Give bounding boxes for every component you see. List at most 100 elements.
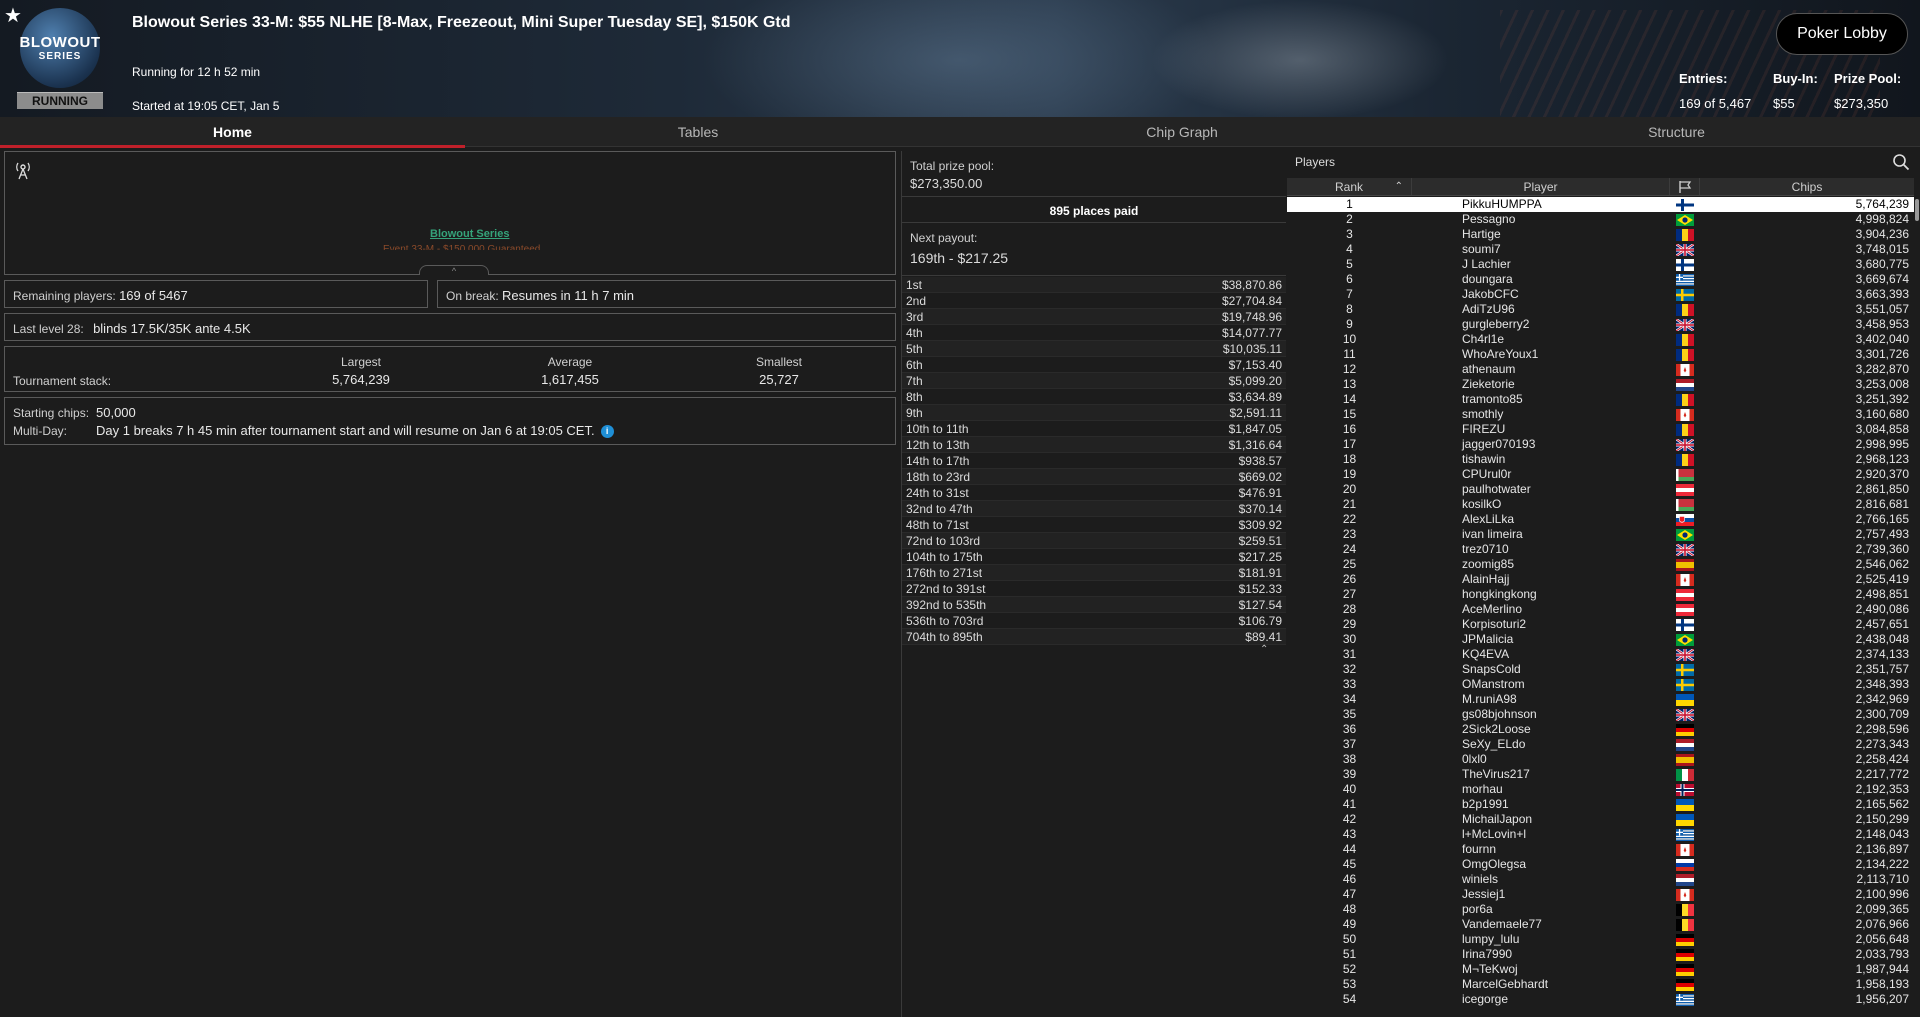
payout-row: 176th to 271st $181.91 xyxy=(902,565,1286,581)
player-name: Zieketorie xyxy=(1462,377,1515,391)
country-flag-icon xyxy=(1670,482,1700,497)
player-row[interactable]: 53 MarcelGebhardt 1,958,193 xyxy=(1287,977,1914,992)
player-rank: 22 xyxy=(1342,512,1357,526)
player-row[interactable]: 51 Irina7990 2,033,793 xyxy=(1287,947,1914,962)
player-row[interactable]: 34 M.runiA98 2,342,969 xyxy=(1287,692,1914,707)
player-row[interactable]: 18 tishawin 2,968,123 xyxy=(1287,452,1914,467)
series-link[interactable]: Blowout Series xyxy=(430,228,509,240)
player-rank: 18 xyxy=(1342,452,1357,466)
player-chips: 2,273,343 xyxy=(1855,737,1909,751)
player-row[interactable]: 46 winiels 2,113,710 xyxy=(1287,872,1914,887)
payout-place: 24th to 31st xyxy=(906,486,969,500)
player-row[interactable]: 6 doungara 3,669,674 xyxy=(1287,272,1914,287)
player-row[interactable]: 43 l+McLovin+l 2,148,043 xyxy=(1287,827,1914,842)
player-chips: 2,134,222 xyxy=(1855,857,1909,871)
player-row[interactable]: 21 kosilkO 2,816,681 xyxy=(1287,497,1914,512)
player-row[interactable]: 48 por6a 2,099,365 xyxy=(1287,902,1914,917)
player-row[interactable]: 38 0lxl0 2,258,424 xyxy=(1287,752,1914,767)
tab-chip-graph[interactable]: Chip Graph xyxy=(931,117,1433,147)
player-row[interactable]: 27 hongkingkong 2,498,851 xyxy=(1287,587,1914,602)
search-icon[interactable] xyxy=(1892,153,1910,171)
player-row[interactable]: 52 M¬TeKwoj 1,987,944 xyxy=(1287,962,1914,977)
player-row[interactable]: 36 2Sick2Loose 2,298,596 xyxy=(1287,722,1914,737)
player-row[interactable]: 39 TheVirus217 2,217,772 xyxy=(1287,767,1914,782)
player-chips: 3,160,680 xyxy=(1855,407,1909,421)
player-rank: 41 xyxy=(1342,797,1357,811)
player-column-header[interactable]: Player xyxy=(1412,178,1670,195)
lastlevel-value: blinds 17.5K/35K ante 4.5K xyxy=(93,321,251,336)
player-row[interactable]: 37 SeXy_ELdo 2,273,343 xyxy=(1287,737,1914,752)
payout-amount: $7,153.40 xyxy=(1228,358,1282,372)
player-rank: 33 xyxy=(1342,677,1357,691)
player-row[interactable]: 22 AlexLiLka 2,766,165 xyxy=(1287,512,1914,527)
player-row[interactable]: 31 KQ4EVA 2,374,133 xyxy=(1287,647,1914,662)
player-row[interactable]: 10 Ch4rl1e 3,402,040 xyxy=(1287,332,1914,347)
entries-stat: Entries: 169 of 5,467 xyxy=(1679,71,1751,111)
scrollbar-thumb[interactable] xyxy=(1915,199,1919,221)
tab-tables[interactable]: Tables xyxy=(465,117,931,147)
tab-home[interactable]: Home xyxy=(0,117,465,148)
player-row[interactable]: 32 SnapsCold 2,351,757 xyxy=(1287,662,1914,677)
player-row[interactable]: 25 zoomig85 2,546,062 xyxy=(1287,557,1914,572)
player-row[interactable]: 42 MichailJapon 2,150,299 xyxy=(1287,812,1914,827)
player-row[interactable]: 9 gurgleberry2 3,458,953 xyxy=(1287,317,1914,332)
player-name: SeXy_ELdo xyxy=(1462,737,1526,751)
player-row[interactable]: 45 OmgOlegsa 2,134,222 xyxy=(1287,857,1914,872)
poker-lobby-button[interactable]: Poker Lobby xyxy=(1776,13,1908,55)
player-row[interactable]: 50 lumpy_lulu 2,056,648 xyxy=(1287,932,1914,947)
player-row[interactable]: 12 athenaum 3,282,870 xyxy=(1287,362,1914,377)
player-row[interactable]: 7 JakobCFC 3,663,393 xyxy=(1287,287,1914,302)
player-row[interactable]: 15 smothly 3,160,680 xyxy=(1287,407,1914,422)
player-row[interactable]: 41 b2p1991 2,165,562 xyxy=(1287,797,1914,812)
player-row[interactable]: 2 Pessagno 4,998,824 xyxy=(1287,212,1914,227)
player-row[interactable]: 24 trez0710 2,739,360 xyxy=(1287,542,1914,557)
player-row[interactable]: 44 fournn 2,136,897 xyxy=(1287,842,1914,857)
player-row[interactable]: 1 PikkuHUMPPA 5,764,239 xyxy=(1287,197,1914,212)
player-row[interactable]: 16 FIREZU 3,084,858 xyxy=(1287,422,1914,437)
player-row[interactable]: 5 J Lachier 3,680,775 xyxy=(1287,257,1914,272)
flag-column-header[interactable] xyxy=(1670,178,1700,195)
players-scrollbar[interactable] xyxy=(1914,197,1920,1017)
payout-collapse-icon[interactable]: ⌃ xyxy=(1260,644,1268,655)
player-row[interactable]: 8 AdiTzU96 3,551,057 xyxy=(1287,302,1914,317)
player-row[interactable]: 47 Jessiej1 2,100,996 xyxy=(1287,887,1914,902)
rank-column-header[interactable]: Rank ⌃ xyxy=(1287,178,1412,195)
tab-structure[interactable]: Structure xyxy=(1433,117,1920,147)
player-row[interactable]: 14 tramonto85 3,251,392 xyxy=(1287,392,1914,407)
player-name: doungara xyxy=(1462,272,1513,286)
player-row[interactable]: 35 gs08bjohnson 2,300,709 xyxy=(1287,707,1914,722)
country-flag-icon xyxy=(1670,617,1700,632)
player-chips: 3,663,393 xyxy=(1855,287,1909,301)
player-row[interactable]: 20 paulhotwater 2,861,850 xyxy=(1287,482,1914,497)
payout-row: 392nd to 535th $127.54 xyxy=(902,597,1286,613)
player-row[interactable]: 49 Vandemaele77 2,076,966 xyxy=(1287,917,1914,932)
payout-row: 4th $14,077.77 xyxy=(902,325,1286,341)
player-row[interactable]: 54 icegorge 1,956,207 xyxy=(1287,992,1914,1007)
player-row[interactable]: 23 ivan limeira 2,757,493 xyxy=(1287,527,1914,542)
logo-text-line2: SERIES xyxy=(38,51,82,62)
player-rank: 25 xyxy=(1342,557,1357,571)
player-row[interactable]: 17 jagger070193 2,998,995 xyxy=(1287,437,1914,452)
player-row[interactable]: 19 CPUrul0r 2,920,370 xyxy=(1287,467,1914,482)
player-row[interactable]: 30 JPMalicia 2,438,048 xyxy=(1287,632,1914,647)
smallest-label: Smallest xyxy=(755,355,802,369)
banner-collapse-button[interactable]: ^ xyxy=(419,265,489,276)
player-row[interactable]: 28 AceMerlino 2,490,086 xyxy=(1287,602,1914,617)
favorite-star-icon[interactable]: ★ xyxy=(4,3,22,28)
payout-place: 2nd xyxy=(906,294,927,308)
player-row[interactable]: 29 Korpisoturi2 2,457,651 xyxy=(1287,617,1914,632)
player-name: fournn xyxy=(1462,842,1497,856)
player-row[interactable]: 26 AlainHajj 2,525,419 xyxy=(1287,572,1914,587)
player-row[interactable]: 3 Hartige 3,904,236 xyxy=(1287,227,1914,242)
chips-column-header[interactable]: Chips xyxy=(1700,178,1914,195)
player-rank: 31 xyxy=(1342,647,1357,661)
player-row[interactable]: 13 Zieketorie 3,253,008 xyxy=(1287,377,1914,392)
players-panel: Players Rank ⌃ Player Chips 1 PikkuHUMPPA… xyxy=(1287,151,1920,1017)
player-row[interactable]: 4 soumi7 3,748,015 xyxy=(1287,242,1914,257)
player-row[interactable]: 11 WhoAreYoux1 3,301,726 xyxy=(1287,347,1914,362)
payout-place: 72nd to 103rd xyxy=(906,534,981,548)
player-row[interactable]: 40 morhau 2,192,353 xyxy=(1287,782,1914,797)
info-icon[interactable]: i xyxy=(600,425,614,438)
player-row[interactable]: 33 OManstrom 2,348,393 xyxy=(1287,677,1914,692)
largest-label: Largest xyxy=(340,355,382,369)
